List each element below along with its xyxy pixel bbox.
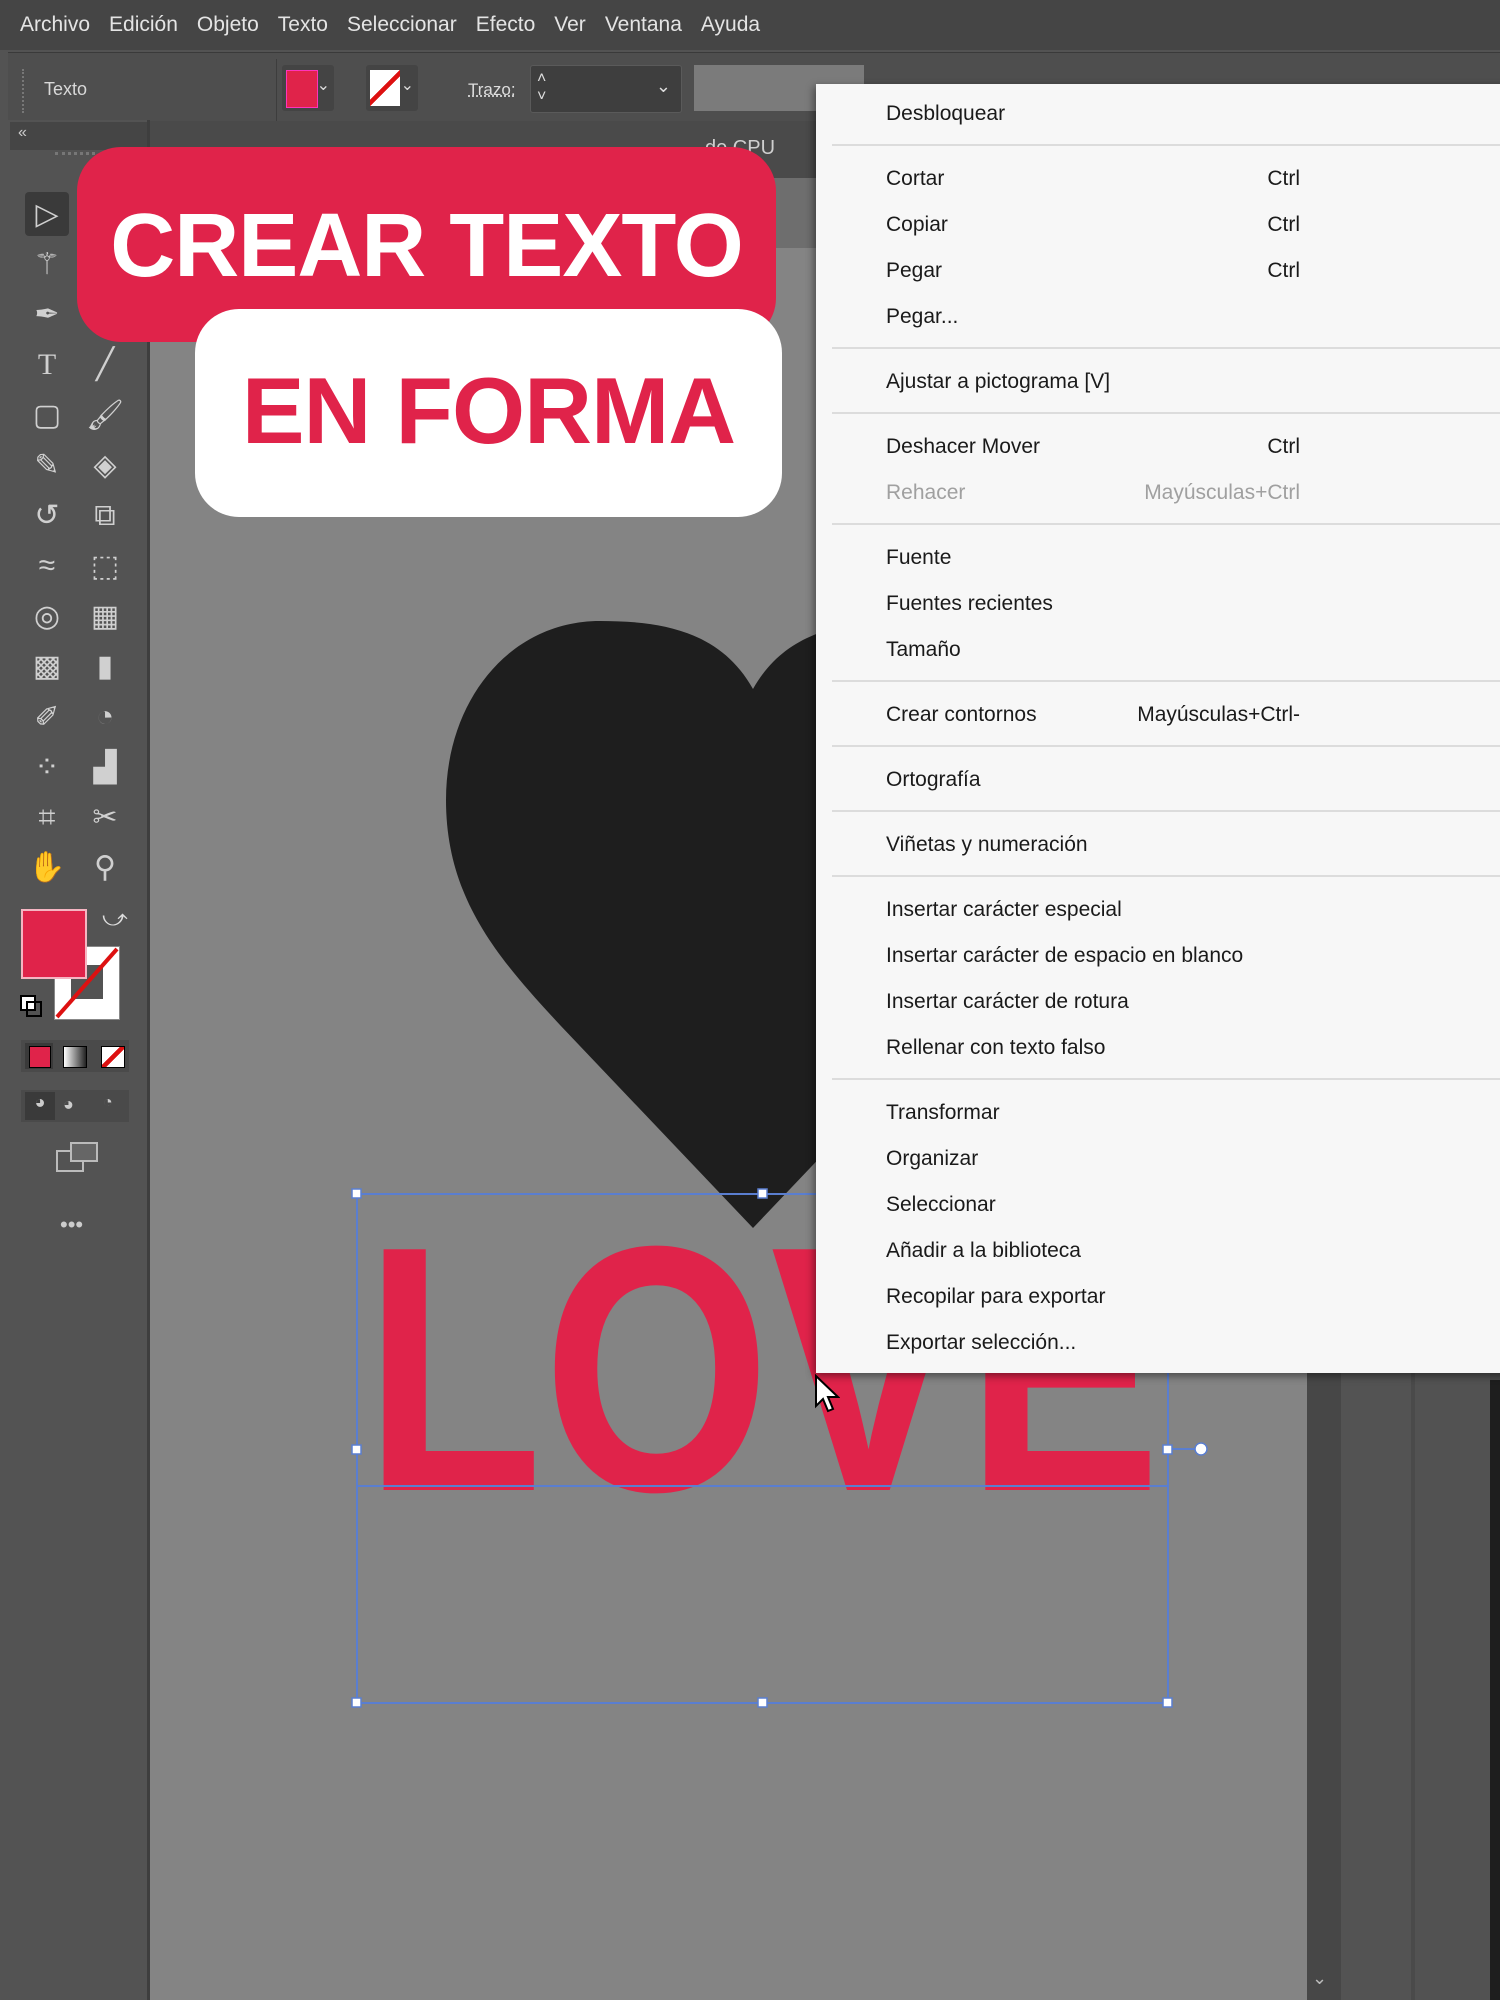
context-menu-item[interactable]: Viñetas y numeración <box>816 821 1500 867</box>
menu-item-label: Rellenar con texto falso <box>886 1036 1106 1059</box>
menu-item-label: Recopilar para exportar <box>886 1285 1106 1308</box>
title-line-1: CREAR TEXTO <box>110 196 743 296</box>
menu-separator <box>832 144 1500 146</box>
menu-item-label: Añadir a la biblioteca <box>886 1239 1081 1262</box>
menu-item-label: Viñetas y numeración <box>886 833 1088 856</box>
menu-separator <box>832 347 1500 349</box>
context-menu-item[interactable]: Rellenar con texto falso <box>816 1024 1500 1070</box>
context-menu-item[interactable]: Ortografía <box>816 756 1500 802</box>
menu-item-shortcut: Mayúsculas+Ctrl- <box>1137 703 1300 726</box>
mouse-cursor-icon <box>815 1374 840 1413</box>
menu-item-label: Tamaño <box>886 638 961 661</box>
context-menu-item[interactable]: Fuente <box>816 534 1500 580</box>
context-menu-item[interactable]: Desbloquear <box>816 90 1500 136</box>
menu-item-label: Cortar <box>886 167 945 190</box>
menu-item-label: Deshacer Mover <box>886 435 1041 458</box>
menu-separator <box>832 412 1500 414</box>
menu-item-label: Desbloquear <box>886 102 1006 125</box>
context-menu-item[interactable]: Añadir a la biblioteca <box>816 1227 1500 1273</box>
menu-item-shortcut: Ctrl <box>1267 435 1300 458</box>
context-menu-item[interactable]: Seleccionar <box>816 1181 1500 1227</box>
context-menu-item[interactable]: Pegar... <box>816 293 1500 339</box>
menu-item-label: Insertar carácter de espacio en blanco <box>886 944 1244 967</box>
context-menu-item[interactable]: Insertar carácter especial <box>816 886 1500 932</box>
context-menu-item[interactable]: Organizar <box>816 1135 1500 1181</box>
context-menu-item[interactable]: Exportar selección... <box>816 1319 1500 1365</box>
menu-separator <box>832 523 1500 525</box>
menu-item-label: Copiar <box>886 213 948 236</box>
title-line-2: EN FORMA <box>241 358 736 463</box>
context-menu-item[interactable]: Tamaño <box>816 626 1500 672</box>
menu-item-label: Seleccionar <box>886 1193 996 1216</box>
context-menu-item[interactable]: Insertar carácter de espacio en blanco <box>816 932 1500 978</box>
menu-separator <box>832 810 1500 812</box>
menu-item-label: Ortografía <box>886 768 981 791</box>
menu-item-label: Insertar carácter especial <box>886 898 1122 921</box>
menu-separator <box>832 875 1500 877</box>
context-menu-item[interactable]: Fuentes recientes <box>816 580 1500 626</box>
menu-item-label: Pegar <box>886 259 943 282</box>
context-menu: Desbloquear Cortar Ctrl Copiar Ctrl Pegar Ctrl… <box>816 84 1500 1373</box>
context-menu-item[interactable]: Recopilar para exportar <box>816 1273 1500 1319</box>
menu-item-label: Ajustar a pictograma [V] <box>886 370 1111 393</box>
context-menu-item[interactable]: Insertar carácter de rotura <box>816 978 1500 1024</box>
threaded-text-port[interactable] <box>1194 1442 1208 1456</box>
menu-separator <box>832 1078 1500 1080</box>
menu-item-shortcut: Ctrl <box>1267 213 1300 236</box>
menu-item-label: Organizar <box>886 1147 979 1170</box>
menu-item-label: Insertar carácter de rotura <box>886 990 1129 1013</box>
menu-item-label: Crear contornos <box>886 703 1037 726</box>
context-menu-item[interactable]: Deshacer Mover Ctrl <box>816 423 1500 469</box>
menu-item-label: Pegar... <box>886 305 959 328</box>
context-menu-item[interactable]: Ajustar a pictograma [V] <box>816 358 1500 404</box>
menu-item-shortcut: Ctrl <box>1267 167 1300 190</box>
menu-item-shortcut: Mayúsculas+Ctrl <box>1144 481 1300 504</box>
menu-item-label: Fuente <box>886 546 952 569</box>
menu-separator <box>832 680 1500 682</box>
title-banner-white: EN FORMA <box>195 309 782 517</box>
context-menu-item[interactable]: Crear contornos Mayúsculas+Ctrl- <box>816 691 1500 737</box>
menu-separator <box>832 745 1500 747</box>
context-menu-item[interactable]: Pegar Ctrl <box>816 247 1500 293</box>
context-menu-item: Rehacer Mayúsculas+Ctrl <box>816 469 1500 515</box>
menu-item-label: Exportar selección... <box>886 1331 1077 1354</box>
context-menu-item[interactable]: Transformar <box>816 1089 1500 1135</box>
menu-item-label: Rehacer <box>886 481 966 504</box>
menu-item-label: Fuentes recientes <box>886 592 1053 615</box>
menu-item-shortcut: Ctrl <box>1267 259 1300 282</box>
menu-item-label: Transformar <box>886 1101 1000 1124</box>
context-menu-item[interactable]: Cortar Ctrl <box>816 155 1500 201</box>
context-menu-item[interactable]: Copiar Ctrl <box>816 201 1500 247</box>
